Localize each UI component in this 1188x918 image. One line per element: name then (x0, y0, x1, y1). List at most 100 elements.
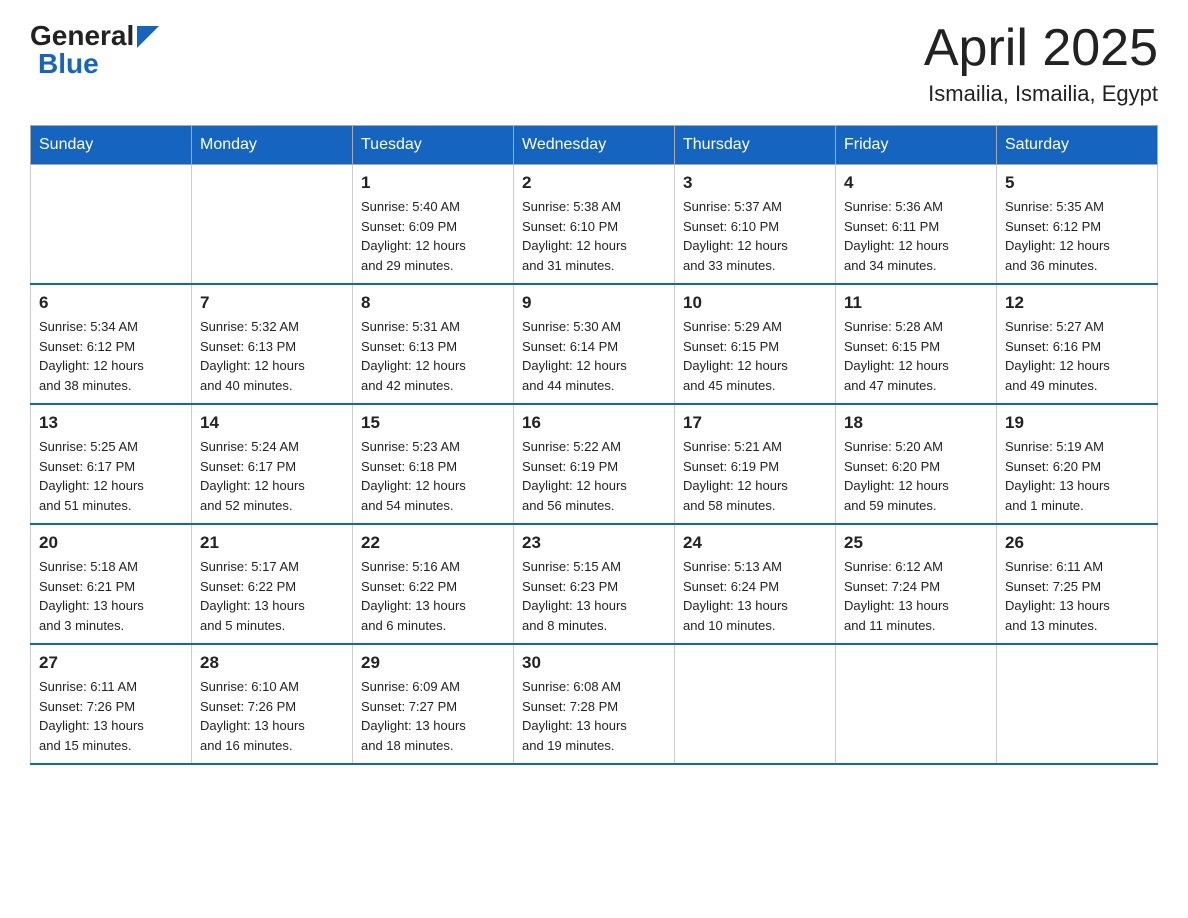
calendar-week-row: 20Sunrise: 5:18 AM Sunset: 6:21 PM Dayli… (31, 524, 1158, 644)
day-number: 19 (1005, 413, 1149, 433)
day-detail: Sunrise: 6:10 AM Sunset: 7:26 PM Dayligh… (200, 677, 344, 755)
calendar-cell: 7 Sunrise: 5:32 AM Sunset: 6:13 PM Daylig… (192, 284, 353, 404)
day-number: 21 (200, 533, 344, 553)
day-number: 1 (361, 173, 505, 193)
calendar-cell: 13 Sunrise: 5:25 AM Sunset: 6:17 PM Dayli… (31, 404, 192, 524)
calendar-cell: 29 Sunrise: 6:09 AM Sunset: 7:27 PM Dayli… (353, 644, 514, 764)
calendar-cell: 22Sunrise: 5:16 AM Sunset: 6:22 PM Dayli… (353, 524, 514, 644)
day-detail: Sunrise: 5:31 AM Sunset: 6:13 PM Dayligh… (361, 317, 505, 395)
logo-blue-text: Blue (38, 48, 99, 80)
day-number: 16 (522, 413, 666, 433)
day-number: 4 (844, 173, 988, 193)
calendar-week-row: 27Sunrise: 6:11 AM Sunset: 7:26 PM Dayli… (31, 644, 1158, 764)
logo: General Blue (30, 20, 159, 80)
day-number: 25 (844, 533, 988, 553)
day-number: 7 (200, 293, 344, 313)
calendar-cell: 12 Sunrise: 5:27 AM Sunset: 6:16 PM Dayli… (997, 284, 1158, 404)
day-detail: Sunrise: 6:12 AM Sunset: 7:24 PM Dayligh… (844, 557, 988, 635)
calendar-cell: 3 Sunrise: 5:37 AM Sunset: 6:10 PM Daylig… (675, 165, 836, 285)
calendar-cell: 17 Sunrise: 5:21 AM Sunset: 6:19 PM Dayli… (675, 404, 836, 524)
day-number: 5 (1005, 173, 1149, 193)
calendar-subtitle: Ismailia, Ismailia, Egypt (924, 81, 1158, 107)
day-detail: Sunrise: 5:30 AM Sunset: 6:14 PM Dayligh… (522, 317, 666, 395)
day-number: 23 (522, 533, 666, 553)
day-detail: Sunrise: 5:25 AM Sunset: 6:17 PM Dayligh… (39, 437, 183, 515)
day-number: 26 (1005, 533, 1149, 553)
calendar-cell: 18 Sunrise: 5:20 AM Sunset: 6:20 PM Dayli… (836, 404, 997, 524)
calendar-cell: 20Sunrise: 5:18 AM Sunset: 6:21 PM Dayli… (31, 524, 192, 644)
calendar-week-row: 6Sunrise: 5:34 AM Sunset: 6:12 PM Daylig… (31, 284, 1158, 404)
calendar-cell: 1 Sunrise: 5:40 AM Sunset: 6:09 PM Daylig… (353, 165, 514, 285)
day-number: 29 (361, 653, 505, 673)
day-number: 2 (522, 173, 666, 193)
calendar-cell: 14 Sunrise: 5:24 AM Sunset: 6:17 PM Dayli… (192, 404, 353, 524)
calendar-cell (192, 165, 353, 285)
logo-triangle-icon (137, 26, 159, 48)
day-number: 14 (200, 413, 344, 433)
day-detail: Sunrise: 5:34 AM Sunset: 6:12 PM Dayligh… (39, 317, 183, 395)
day-detail: Sunrise: 5:29 AM Sunset: 6:15 PM Dayligh… (683, 317, 827, 395)
title-block: April 2025 Ismailia, Ismailia, Egypt (924, 20, 1158, 107)
day-number: 3 (683, 173, 827, 193)
calendar-cell: 26 Sunrise: 6:11 AM Sunset: 7:25 PM Dayli… (997, 524, 1158, 644)
day-detail: Sunrise: 6:09 AM Sunset: 7:27 PM Dayligh… (361, 677, 505, 755)
day-number: 12 (1005, 293, 1149, 313)
calendar-cell (997, 644, 1158, 764)
day-number: 13 (39, 413, 183, 433)
calendar-cell: 15Sunrise: 5:23 AM Sunset: 6:18 PM Dayli… (353, 404, 514, 524)
day-of-week-header: Wednesday (514, 126, 675, 165)
day-detail: Sunrise: 5:19 AM Sunset: 6:20 PM Dayligh… (1005, 437, 1149, 515)
day-detail: Sunrise: 5:28 AM Sunset: 6:15 PM Dayligh… (844, 317, 988, 395)
calendar-cell: 2 Sunrise: 5:38 AM Sunset: 6:10 PM Daylig… (514, 165, 675, 285)
calendar-cell: 23 Sunrise: 5:15 AM Sunset: 6:23 PM Dayli… (514, 524, 675, 644)
day-number: 24 (683, 533, 827, 553)
calendar-cell: 28 Sunrise: 6:10 AM Sunset: 7:26 PM Dayli… (192, 644, 353, 764)
calendar-week-row: 13 Sunrise: 5:25 AM Sunset: 6:17 PM Dayli… (31, 404, 1158, 524)
day-detail: Sunrise: 5:15 AM Sunset: 6:23 PM Dayligh… (522, 557, 666, 635)
day-detail: Sunrise: 5:21 AM Sunset: 6:19 PM Dayligh… (683, 437, 827, 515)
calendar-cell: 4 Sunrise: 5:36 AM Sunset: 6:11 PM Daylig… (836, 165, 997, 285)
day-detail: Sunrise: 5:24 AM Sunset: 6:17 PM Dayligh… (200, 437, 344, 515)
calendar-cell: 11Sunrise: 5:28 AM Sunset: 6:15 PM Dayli… (836, 284, 997, 404)
calendar-cell: 6Sunrise: 5:34 AM Sunset: 6:12 PM Daylig… (31, 284, 192, 404)
day-detail: Sunrise: 5:17 AM Sunset: 6:22 PM Dayligh… (200, 557, 344, 635)
day-detail: Sunrise: 5:22 AM Sunset: 6:19 PM Dayligh… (522, 437, 666, 515)
day-detail: Sunrise: 5:32 AM Sunset: 6:13 PM Dayligh… (200, 317, 344, 395)
day-detail: Sunrise: 5:13 AM Sunset: 6:24 PM Dayligh… (683, 557, 827, 635)
calendar-cell: 5 Sunrise: 5:35 AM Sunset: 6:12 PM Daylig… (997, 165, 1158, 285)
calendar-header-row: SundayMondayTuesdayWednesdayThursdayFrid… (31, 126, 1158, 165)
day-of-week-header: Monday (192, 126, 353, 165)
calendar-cell (675, 644, 836, 764)
calendar-cell (836, 644, 997, 764)
day-number: 27 (39, 653, 183, 673)
day-number: 8 (361, 293, 505, 313)
calendar-cell: 24 Sunrise: 5:13 AM Sunset: 6:24 PM Dayli… (675, 524, 836, 644)
day-detail: Sunrise: 6:11 AM Sunset: 7:25 PM Dayligh… (1005, 557, 1149, 635)
calendar-cell (31, 165, 192, 285)
day-detail: Sunrise: 5:40 AM Sunset: 6:09 PM Dayligh… (361, 197, 505, 275)
day-detail: Sunrise: 5:18 AM Sunset: 6:21 PM Dayligh… (39, 557, 183, 635)
day-number: 30 (522, 653, 666, 673)
day-detail: Sunrise: 5:35 AM Sunset: 6:12 PM Dayligh… (1005, 197, 1149, 275)
calendar-cell: 9 Sunrise: 5:30 AM Sunset: 6:14 PM Daylig… (514, 284, 675, 404)
calendar-cell: 10Sunrise: 5:29 AM Sunset: 6:15 PM Dayli… (675, 284, 836, 404)
calendar-cell: 16 Sunrise: 5:22 AM Sunset: 6:19 PM Dayli… (514, 404, 675, 524)
calendar-cell: 21 Sunrise: 5:17 AM Sunset: 6:22 PM Dayli… (192, 524, 353, 644)
day-detail: Sunrise: 5:27 AM Sunset: 6:16 PM Dayligh… (1005, 317, 1149, 395)
day-number: 15 (361, 413, 505, 433)
day-number: 9 (522, 293, 666, 313)
day-detail: Sunrise: 5:36 AM Sunset: 6:11 PM Dayligh… (844, 197, 988, 275)
day-number: 17 (683, 413, 827, 433)
day-detail: Sunrise: 5:38 AM Sunset: 6:10 PM Dayligh… (522, 197, 666, 275)
calendar-cell: 8 Sunrise: 5:31 AM Sunset: 6:13 PM Daylig… (353, 284, 514, 404)
day-detail: Sunrise: 6:08 AM Sunset: 7:28 PM Dayligh… (522, 677, 666, 755)
calendar-cell: 19 Sunrise: 5:19 AM Sunset: 6:20 PM Dayli… (997, 404, 1158, 524)
day-number: 18 (844, 413, 988, 433)
calendar-week-row: 1 Sunrise: 5:40 AM Sunset: 6:09 PM Daylig… (31, 165, 1158, 285)
day-number: 28 (200, 653, 344, 673)
calendar-cell: 27Sunrise: 6:11 AM Sunset: 7:26 PM Dayli… (31, 644, 192, 764)
day-detail: Sunrise: 5:37 AM Sunset: 6:10 PM Dayligh… (683, 197, 827, 275)
day-detail: Sunrise: 5:16 AM Sunset: 6:22 PM Dayligh… (361, 557, 505, 635)
calendar-cell: 25 Sunrise: 6:12 AM Sunset: 7:24 PM Dayli… (836, 524, 997, 644)
day-detail: Sunrise: 5:20 AM Sunset: 6:20 PM Dayligh… (844, 437, 988, 515)
